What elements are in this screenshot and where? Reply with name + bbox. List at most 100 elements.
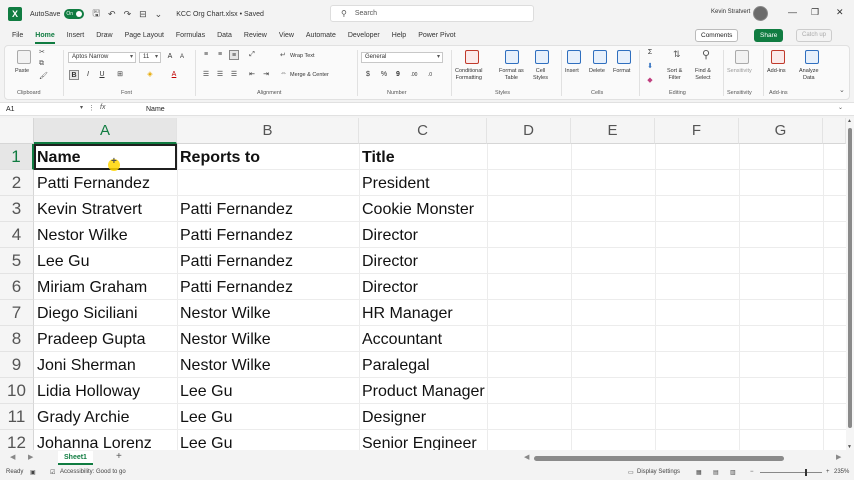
cut-icon[interactable]: ✂: [39, 48, 45, 56]
cell-a9[interactable]: Joni Sherman: [34, 352, 136, 378]
percent-icon[interactable]: %: [379, 70, 389, 80]
tab-power-pivot[interactable]: Power Pivot: [412, 28, 461, 44]
name-box[interactable]: A1: [4, 104, 80, 115]
row-header[interactable]: 10: [0, 378, 34, 404]
column-header-h[interactable]: [823, 118, 846, 144]
decrease-decimal-icon[interactable]: .0: [425, 70, 435, 80]
cell-a2[interactable]: Patti Fernandez: [34, 170, 150, 196]
display-settings-button[interactable]: Display Settings: [637, 469, 680, 475]
avatar[interactable]: [753, 6, 768, 21]
add-ins-icon[interactable]: [771, 50, 785, 64]
autosave-toggle[interactable]: On: [64, 9, 85, 19]
tab-review[interactable]: Review: [238, 28, 273, 44]
find-select-icon[interactable]: ⚲: [702, 48, 710, 61]
minimize-icon[interactable]: —: [788, 7, 797, 17]
decrease-indent-icon[interactable]: ⇤: [247, 70, 257, 80]
cell-c1[interactable]: Title: [359, 144, 395, 170]
wrap-text-button[interactable]: Wrap Text: [290, 53, 315, 60]
active-cell-selection[interactable]: [34, 144, 177, 170]
search-input[interactable]: ⚲ Search: [330, 5, 534, 22]
format-as-table-button[interactable]: Format as Table: [499, 68, 524, 82]
cell-b6[interactable]: Patti Fernandez: [177, 274, 293, 300]
collapse-ribbon-icon[interactable]: ⌄: [839, 86, 845, 94]
format-cells-icon[interactable]: [617, 50, 631, 64]
prev-sheet-icon[interactable]: ◀: [10, 453, 15, 461]
tab-developer[interactable]: Developer: [342, 28, 386, 44]
cell-c11[interactable]: Designer: [359, 404, 426, 430]
copy-icon[interactable]: ⧉: [39, 60, 44, 68]
sensitivity-button[interactable]: Sensitivity: [727, 68, 752, 75]
analyze-data-icon[interactable]: [805, 50, 819, 64]
tab-automate[interactable]: Automate: [300, 28, 342, 44]
cell-c8[interactable]: Accountant: [359, 326, 442, 352]
row-header[interactable]: 1: [0, 144, 34, 170]
scroll-left-icon[interactable]: ◀: [524, 453, 529, 461]
paste-icon[interactable]: [17, 50, 31, 64]
cancel-icon[interactable]: ⋮: [88, 104, 95, 112]
cell-styles-icon[interactable]: [535, 50, 549, 64]
orientation-icon[interactable]: ⤢: [247, 50, 257, 60]
cell-b10[interactable]: Lee Gu: [177, 378, 232, 404]
sheet-tab-sheet1[interactable]: Sheet1: [58, 451, 93, 465]
conditional-formatting-icon[interactable]: [465, 50, 479, 64]
row-header[interactable]: 11: [0, 404, 34, 430]
insert-cells-button[interactable]: Insert: [565, 68, 579, 75]
number-format-select[interactable]: General: [361, 52, 443, 63]
scroll-up-icon[interactable]: ▲: [847, 118, 852, 124]
more-icon[interactable]: ⌄: [155, 9, 163, 20]
undo-icon[interactable]: ↶: [108, 9, 116, 20]
cell-a4[interactable]: Nestor Wilke: [34, 222, 128, 248]
format-cells-button[interactable]: Format: [613, 68, 630, 75]
cell-c9[interactable]: Paralegal: [359, 352, 430, 378]
cell-a3[interactable]: Kevin Stratvert: [34, 196, 142, 222]
tab-home[interactable]: Home: [29, 28, 60, 44]
add-sheet-icon[interactable]: +: [116, 451, 122, 462]
font-name-select[interactable]: Aptos Narrow: [68, 52, 136, 63]
cell-c7[interactable]: HR Manager: [359, 300, 453, 326]
tab-view[interactable]: View: [273, 28, 300, 44]
row-header[interactable]: 9: [0, 352, 34, 378]
cell-b3[interactable]: Patti Fernandez: [177, 196, 293, 222]
save-icon[interactable]: 🖫: [92, 6, 100, 22]
row-header[interactable]: 3: [0, 196, 34, 222]
spreadsheet-grid[interactable]: A B C D E F G 1 Name Reports to Title 2 Patti…: [0, 118, 846, 450]
close-icon[interactable]: ✕: [836, 7, 844, 18]
cell-a5[interactable]: Lee Gu: [34, 248, 89, 274]
column-header-d[interactable]: D: [487, 118, 571, 144]
cell-a12[interactable]: Johanna Lorenz: [34, 430, 152, 450]
font-size-select[interactable]: 11: [139, 52, 161, 63]
zoom-out-icon[interactable]: −: [750, 469, 754, 475]
column-header-e[interactable]: E: [571, 118, 655, 144]
cell-b8[interactable]: Nestor Wilke: [177, 326, 271, 352]
sensitivity-icon[interactable]: [735, 50, 749, 64]
customize-toolbar-icon[interactable]: ⊟: [139, 9, 147, 20]
align-center-icon[interactable]: ☰: [215, 70, 225, 80]
cell-b4[interactable]: Patti Fernandez: [177, 222, 293, 248]
increase-indent-icon[interactable]: ⇥: [261, 70, 271, 80]
vertical-scrollbar[interactable]: ▲ ▼: [846, 118, 854, 450]
comma-style-icon[interactable]: 9: [393, 70, 403, 80]
merge-center-button[interactable]: Merge & Center: [290, 72, 329, 79]
zoom-in-icon[interactable]: +: [826, 469, 830, 475]
name-box-dropdown-icon[interactable]: ▾: [80, 104, 83, 111]
scroll-down-icon[interactable]: ▼: [847, 444, 852, 450]
delete-cells-button[interactable]: Delete: [589, 68, 605, 75]
increase-font-icon[interactable]: A: [165, 52, 175, 62]
cell-styles-button[interactable]: Cell Styles: [533, 68, 548, 82]
next-sheet-icon[interactable]: ▶: [28, 453, 33, 461]
accessibility-icon[interactable]: ☑: [50, 469, 55, 476]
tab-page-layout[interactable]: Page Layout: [119, 28, 170, 44]
cell-a7[interactable]: Diego Siciliani: [34, 300, 138, 326]
underline-button[interactable]: U: [97, 70, 107, 80]
cell-b11[interactable]: Lee Gu: [177, 404, 232, 430]
scroll-right-icon[interactable]: ▶: [836, 453, 841, 461]
zoom-slider[interactable]: [760, 472, 822, 473]
row-header[interactable]: 7: [0, 300, 34, 326]
select-all-corner[interactable]: [0, 118, 34, 144]
catch-up-button[interactable]: Catch up: [796, 29, 833, 42]
add-ins-button[interactable]: Add-ins: [767, 68, 786, 75]
sort-filter-icon[interactable]: ⇅: [673, 49, 681, 60]
clear-icon[interactable]: ◆: [645, 76, 655, 86]
row-header[interactable]: 4: [0, 222, 34, 248]
borders-icon[interactable]: ⊞: [115, 70, 125, 80]
